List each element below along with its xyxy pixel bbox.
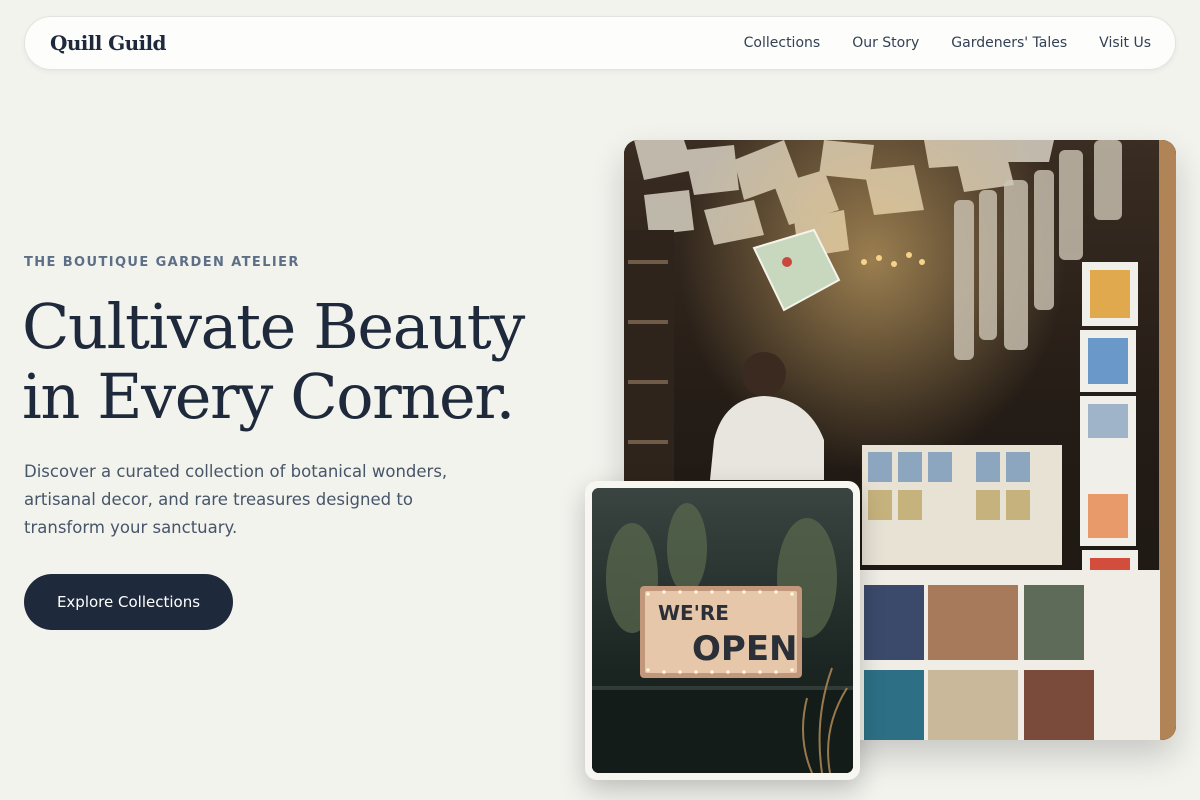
nav-link-gardeners-tales[interactable]: Gardeners' Tales [951,35,1067,51]
hero-eyebrow: THE BOUTIQUE GARDEN ATELIER [24,255,300,270]
brand-logo[interactable]: Quill Guild [50,31,167,55]
explore-collections-button[interactable]: Explore Collections [24,574,233,630]
top-navigation-bar: Quill Guild Collections Our Story Garden… [24,16,1176,70]
nav-link-visit-us[interactable]: Visit Us [1099,35,1151,51]
sign-text-were: WE'RE [658,601,729,625]
hero-headline-line-1: Cultivate Beauty [22,290,525,363]
open-sign-photo: WE'RE OPEN [585,481,860,780]
sign-text-open: OPEN [692,629,798,669]
hero-headline-line-2: in Every Corner. [22,360,515,433]
nav-link-collections[interactable]: Collections [744,35,821,51]
hero-description: Discover a curated collection of botanic… [24,462,448,537]
open-sign-photo-inner: WE'RE OPEN [592,488,853,773]
nav-links: Collections Our Story Gardeners' Tales V… [712,35,1151,51]
hero-headline: Cultivate Beauty in Every Corner. [22,292,602,432]
nav-link-our-story[interactable]: Our Story [852,35,919,51]
